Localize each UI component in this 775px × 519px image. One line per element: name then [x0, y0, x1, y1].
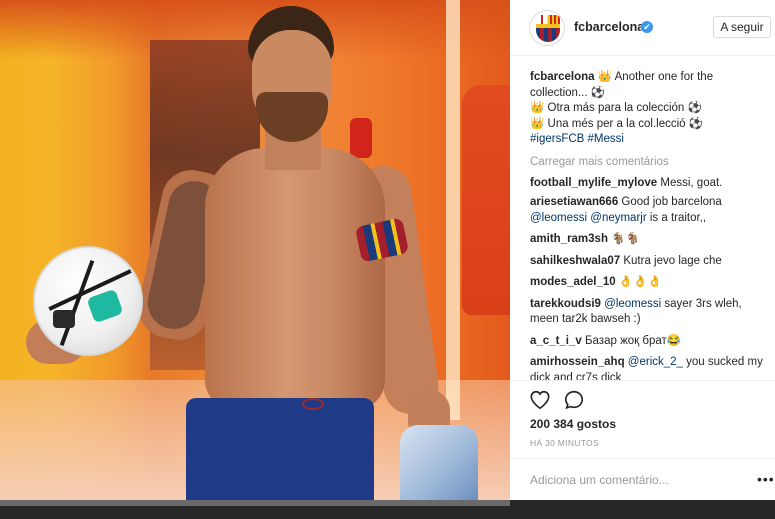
- comment-username[interactable]: sahilkeshwala07: [530, 255, 620, 267]
- comment-username[interactable]: modes_adel_10: [530, 276, 616, 288]
- post-timestamp[interactable]: HÁ 30 MINUTOS: [530, 438, 599, 448]
- comment-username[interactable]: football_mylife_mylove: [530, 177, 657, 189]
- comment-item: modes_adel_10 👌👌👌: [530, 275, 766, 291]
- comments-list: fcbarcelona 👑 Another one for the collec…: [530, 70, 766, 386]
- comment-text: is a traitor,,: [646, 211, 707, 224]
- page-bottom-bar: [0, 500, 775, 519]
- comment-username[interactable]: amith_ram3sh: [530, 233, 608, 245]
- heart-icon[interactable]: [529, 389, 551, 411]
- comment-input[interactable]: [530, 471, 730, 489]
- comment-username[interactable]: a_c_t_i_v: [530, 335, 582, 347]
- post-photo[interactable]: [0, 0, 510, 500]
- comment-item: tarekkoudsi9 @leomessi sayer 3rs wleh, m…: [530, 297, 766, 328]
- header-username[interactable]: fcbarcelona: [574, 20, 644, 34]
- comment-text: Good job barcelona: [618, 196, 722, 208]
- photo-background-person: [462, 85, 510, 315]
- caption-hashtags[interactable]: #igersFCB #Messi: [530, 133, 624, 145]
- post-actions: 200 384 gostos HÁ 30 MINUTOS: [510, 380, 775, 452]
- more-options-icon[interactable]: •••: [757, 471, 775, 487]
- photo-navel-tattoo: [302, 398, 324, 410]
- caption-username[interactable]: fcbarcelona: [530, 71, 595, 83]
- post-header: fcbarcelona ✔ A seguir: [510, 0, 775, 56]
- caption-line2: 👑 Otra más para la colección ⚽: [530, 102, 702, 114]
- photo-torso: [205, 148, 385, 410]
- comment-mention[interactable]: @erick_2_: [628, 356, 683, 368]
- photo-shirt: [400, 425, 478, 500]
- load-more-comments-link[interactable]: Carregar mais comentários: [530, 155, 766, 170]
- caption-line3: 👑 Una més per a la col.lecció ⚽: [530, 117, 704, 130]
- ball-patch: [53, 310, 75, 328]
- comment-text: Messi, goat.: [657, 176, 723, 189]
- fcb-crest-icon: [536, 15, 560, 42]
- comment-text: Kutra jevo lage che: [620, 254, 722, 267]
- post-side-panel: fcbarcelona ✔ A seguir fcbarcelona 👑 Ano…: [510, 0, 775, 500]
- photo-extinguisher: [350, 118, 372, 158]
- photo-football: [33, 246, 143, 356]
- comment-item: ariesetiawan666 Good job barcelona @leom…: [530, 195, 766, 226]
- verified-badge-icon: ✔: [641, 21, 653, 33]
- photo-light-strip: [446, 0, 460, 420]
- comment-item: amith_ram3sh 🐐🐐: [530, 232, 766, 248]
- comment-username[interactable]: tarekkoudsi9: [530, 298, 601, 310]
- ball-patch: [86, 288, 124, 324]
- add-comment-bar: •••: [510, 458, 775, 500]
- follow-button[interactable]: A seguir: [713, 16, 771, 38]
- caption: fcbarcelona 👑 Another one for the collec…: [530, 70, 766, 148]
- comment-item: sahilkeshwala07 Kutra jevo lage che: [530, 254, 766, 270]
- comment-mention[interactable]: @leomessi: [604, 298, 661, 310]
- comment-text: Базар жоқ брат😂: [581, 334, 682, 347]
- comment-mention[interactable]: @leomessi: [530, 212, 587, 224]
- comment-username[interactable]: ariesetiawan666: [530, 196, 618, 208]
- comment-mention[interactable]: @neymarjr: [590, 212, 646, 224]
- comment-item: football_mylife_mylove Messi, goat.: [530, 176, 766, 192]
- likes-count[interactable]: 200 384 gostos: [530, 417, 616, 431]
- comment-username[interactable]: amirhossein_ahq: [530, 356, 625, 368]
- photo-shorts: [186, 398, 374, 500]
- comment-icon[interactable]: [563, 389, 585, 411]
- page-bottom-sliver: [0, 500, 510, 506]
- instagram-post: fcbarcelona ✔ A seguir fcbarcelona 👑 Ano…: [0, 0, 775, 500]
- avatar[interactable]: [529, 10, 565, 46]
- comment-item: a_c_t_i_v Базар жоқ брат😂: [530, 334, 766, 350]
- comment-text: 🐐🐐: [607, 233, 640, 245]
- comment-text: 👌👌👌: [615, 276, 662, 288]
